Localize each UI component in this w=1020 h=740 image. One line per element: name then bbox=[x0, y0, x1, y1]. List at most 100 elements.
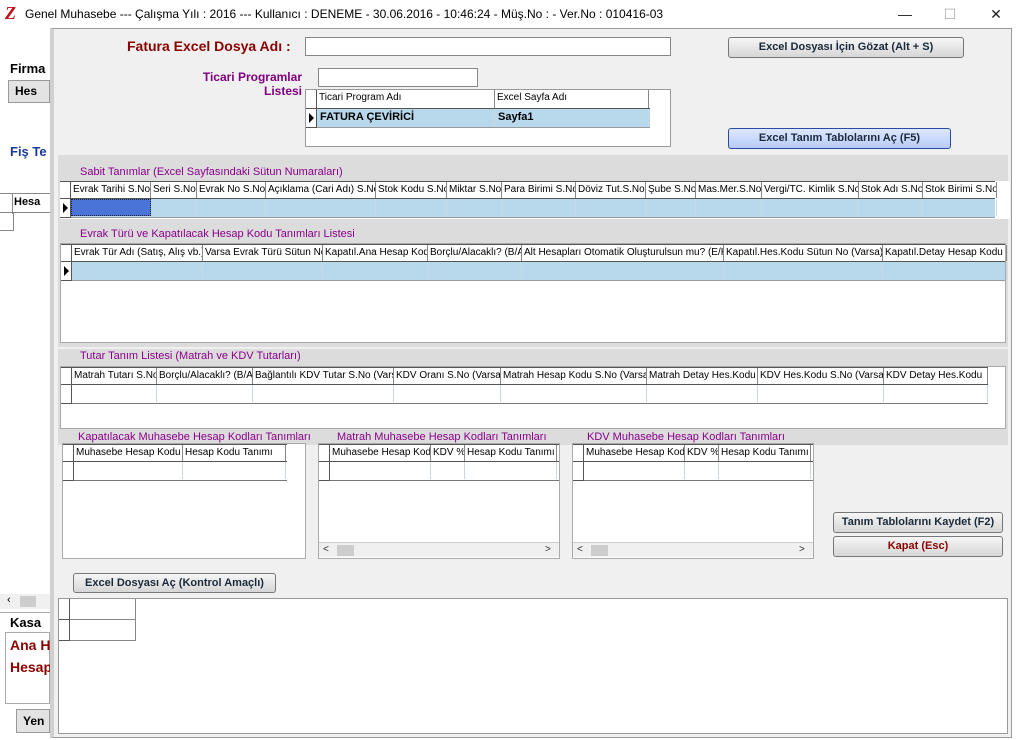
sabit-col-6[interactable]: Para Birimi S.No bbox=[502, 182, 576, 198]
matrah-cell-0[interactable] bbox=[330, 462, 431, 479]
scroll-right-icon[interactable]: > bbox=[799, 543, 805, 557]
table-row[interactable]: FATURA ÇEVİRİCİ Sayfa1 bbox=[317, 109, 650, 128]
tutar-col-7[interactable]: KDV Detay Hes.Kodu bbox=[884, 368, 988, 384]
tutar-cell-0[interactable] bbox=[72, 385, 157, 402]
sabit-cell-2[interactable] bbox=[197, 199, 266, 216]
bg-scroll-thumb[interactable] bbox=[20, 596, 36, 607]
evrak-col-5[interactable]: Kapatıl.Hes.Kodu Sütun No (Varsa) bbox=[724, 245, 883, 261]
sabit-col-4[interactable]: Stok Kodu S.No bbox=[376, 182, 447, 198]
close-window-button[interactable]: ✕ bbox=[979, 3, 1013, 25]
scroll-thumb[interactable] bbox=[591, 545, 608, 556]
table-row[interactable] bbox=[72, 385, 988, 404]
tutar-col-1[interactable]: Borçlu/Alacaklı? (B/A) bbox=[157, 368, 253, 384]
tutar-cell-6[interactable] bbox=[758, 385, 884, 402]
sabit-cell-7[interactable] bbox=[576, 199, 646, 216]
scroll-left-icon[interactable]: < bbox=[323, 543, 329, 557]
bg-hscroll[interactable]: ‹ bbox=[0, 594, 50, 609]
ticari-row-header[interactable] bbox=[306, 109, 317, 128]
table-row[interactable] bbox=[330, 462, 559, 481]
sabit-row-header[interactable] bbox=[60, 199, 71, 218]
tutar-cell-4[interactable] bbox=[501, 385, 647, 402]
matrah-col-1[interactable]: KDV % bbox=[431, 445, 465, 461]
evrak-cell-3[interactable] bbox=[428, 262, 522, 279]
save-definition-tables-button[interactable]: Tanım Tablolarını Kaydet (F2) bbox=[833, 512, 1003, 533]
sabit-col-11[interactable]: Stok Adı S.No bbox=[859, 182, 923, 198]
evrak-cell-5[interactable] bbox=[724, 262, 883, 279]
kapatilacak-cell-0[interactable] bbox=[74, 462, 183, 479]
sabit-cell-5[interactable] bbox=[447, 199, 502, 216]
sabit-col-0[interactable]: Evrak Tarihi S.No bbox=[71, 182, 151, 198]
evrak-col-2[interactable]: Kapatıl.Ana Hesap Kodu bbox=[323, 245, 428, 261]
sabit-cell-6[interactable] bbox=[502, 199, 576, 216]
tutar-col-6[interactable]: KDV Hes.Kodu S.No (Varsa) bbox=[758, 368, 884, 384]
evrak-cell-0[interactable] bbox=[72, 262, 203, 279]
sabit-cell-12[interactable] bbox=[923, 199, 997, 216]
tutar-cell-5[interactable] bbox=[647, 385, 758, 402]
sabit-cell-11[interactable] bbox=[859, 199, 923, 216]
kdv-col-0[interactable]: Muhasebe Hesap Kodu bbox=[584, 445, 685, 461]
sabit-col-8[interactable]: Şube S.No bbox=[646, 182, 696, 198]
maximize-button[interactable]: ☐ bbox=[933, 3, 967, 25]
evrak-row-header[interactable] bbox=[61, 262, 72, 281]
kapatilacak-col-0[interactable]: Muhasebe Hesap Kodu bbox=[74, 445, 183, 461]
sabit-col-1[interactable]: Seri S.No bbox=[151, 182, 197, 198]
kapatilacak-col-1[interactable]: Hesap Kodu Tanımı bbox=[183, 445, 286, 461]
table-row[interactable] bbox=[74, 462, 287, 481]
tutar-cell-3[interactable] bbox=[394, 385, 501, 402]
table-row[interactable] bbox=[71, 199, 997, 218]
kapatilacak-cell-1[interactable] bbox=[183, 462, 286, 479]
sabit-cell-0[interactable] bbox=[71, 199, 151, 216]
preview-row-header[interactable] bbox=[59, 620, 70, 641]
ticari-col-sheet[interactable]: Excel Sayfa Adı bbox=[495, 90, 649, 108]
sabit-col-12[interactable]: Stok Birimi S.No bbox=[923, 182, 997, 198]
tutar-col-2[interactable]: Bağlantılı KDV Tutar S.No (Varsa) bbox=[253, 368, 394, 384]
kdv-col-2[interactable]: Hesap Kodu Tanımı bbox=[719, 445, 811, 461]
tutar-cell-7[interactable] bbox=[884, 385, 988, 402]
matrah-cell-1[interactable] bbox=[431, 462, 465, 479]
close-dialog-button[interactable]: Kapat (Esc) bbox=[833, 536, 1003, 557]
scroll-thumb[interactable] bbox=[337, 545, 354, 556]
hes-button[interactable]: Hes bbox=[8, 80, 50, 103]
ticari-search-input[interactable] bbox=[318, 68, 478, 87]
scroll-right-icon[interactable]: > bbox=[545, 543, 551, 557]
sabit-col-5[interactable]: Miktar S.No bbox=[447, 182, 502, 198]
sabit-col-9[interactable]: Mas.Mer.S.No bbox=[696, 182, 762, 198]
preview-col-header[interactable] bbox=[70, 599, 136, 620]
ticari-col-program[interactable]: Ticari Program Adı bbox=[317, 90, 495, 108]
matrah-row-header[interactable] bbox=[319, 462, 330, 481]
open-definition-tables-button[interactable]: Excel Tanım Tablolarını Aç (F5) bbox=[728, 128, 951, 149]
evrak-col-4[interactable]: Alt Hesapları Otomatik Oluşturulsun mu? … bbox=[522, 245, 724, 261]
evrak-cell-6[interactable] bbox=[883, 262, 1007, 279]
evrak-cell-2[interactable] bbox=[323, 262, 428, 279]
kdv-hscroll[interactable]: < > bbox=[573, 542, 813, 557]
evrak-col-6[interactable]: Kapatıl.Detay Hesap Kodu bbox=[883, 245, 1007, 261]
evrak-col-1[interactable]: Varsa Evrak Türü Sütun No bbox=[203, 245, 323, 261]
matrah-col-2[interactable]: Hesap Kodu Tanımı bbox=[465, 445, 557, 461]
browse-excel-button[interactable]: Excel Dosyası İçin Gözat (Alt + S) bbox=[728, 37, 964, 58]
tutar-row-header[interactable] bbox=[61, 385, 72, 404]
table-row[interactable] bbox=[72, 262, 1007, 281]
fatura-file-input[interactable] bbox=[305, 37, 671, 56]
sabit-col-10[interactable]: Vergi/TC. Kimlik S.No bbox=[762, 182, 859, 198]
kdv-row-header[interactable] bbox=[573, 462, 584, 481]
sabit-cell-9[interactable] bbox=[696, 199, 762, 216]
sabit-col-3[interactable]: Açıklama (Cari Adı) S.No bbox=[266, 182, 376, 198]
evrak-col-0[interactable]: Evrak Tür Adı (Satış, Alış vb.) bbox=[72, 245, 203, 261]
sabit-cell-10[interactable] bbox=[762, 199, 859, 216]
table-row[interactable] bbox=[584, 462, 813, 481]
tutar-col-3[interactable]: KDV Oranı S.No (Varsa) bbox=[394, 368, 501, 384]
matrah-cell-2[interactable] bbox=[465, 462, 557, 479]
scroll-left-icon[interactable]: < bbox=[577, 543, 583, 557]
kdv-cell-2[interactable] bbox=[719, 462, 811, 479]
sabit-cell-4[interactable] bbox=[376, 199, 447, 216]
ticari-cell-program[interactable]: FATURA ÇEVİRİCİ bbox=[317, 109, 495, 126]
sabit-col-2[interactable]: Evrak No S.No bbox=[197, 182, 266, 198]
evrak-cell-4[interactable] bbox=[522, 262, 724, 279]
open-excel-control-button[interactable]: Excel Dosyası Aç (Kontrol Amaçlı) bbox=[73, 573, 276, 593]
ticari-cell-sheet[interactable]: Sayfa1 bbox=[495, 109, 649, 126]
preview-cell[interactable] bbox=[70, 620, 136, 641]
kdv-col-1[interactable]: KDV % bbox=[685, 445, 719, 461]
tutar-col-5[interactable]: Matrah Detay Hes.Kodu bbox=[647, 368, 758, 384]
tutar-col-0[interactable]: Matrah Tutarı S.No bbox=[72, 368, 157, 384]
tutar-cell-1[interactable] bbox=[157, 385, 253, 402]
